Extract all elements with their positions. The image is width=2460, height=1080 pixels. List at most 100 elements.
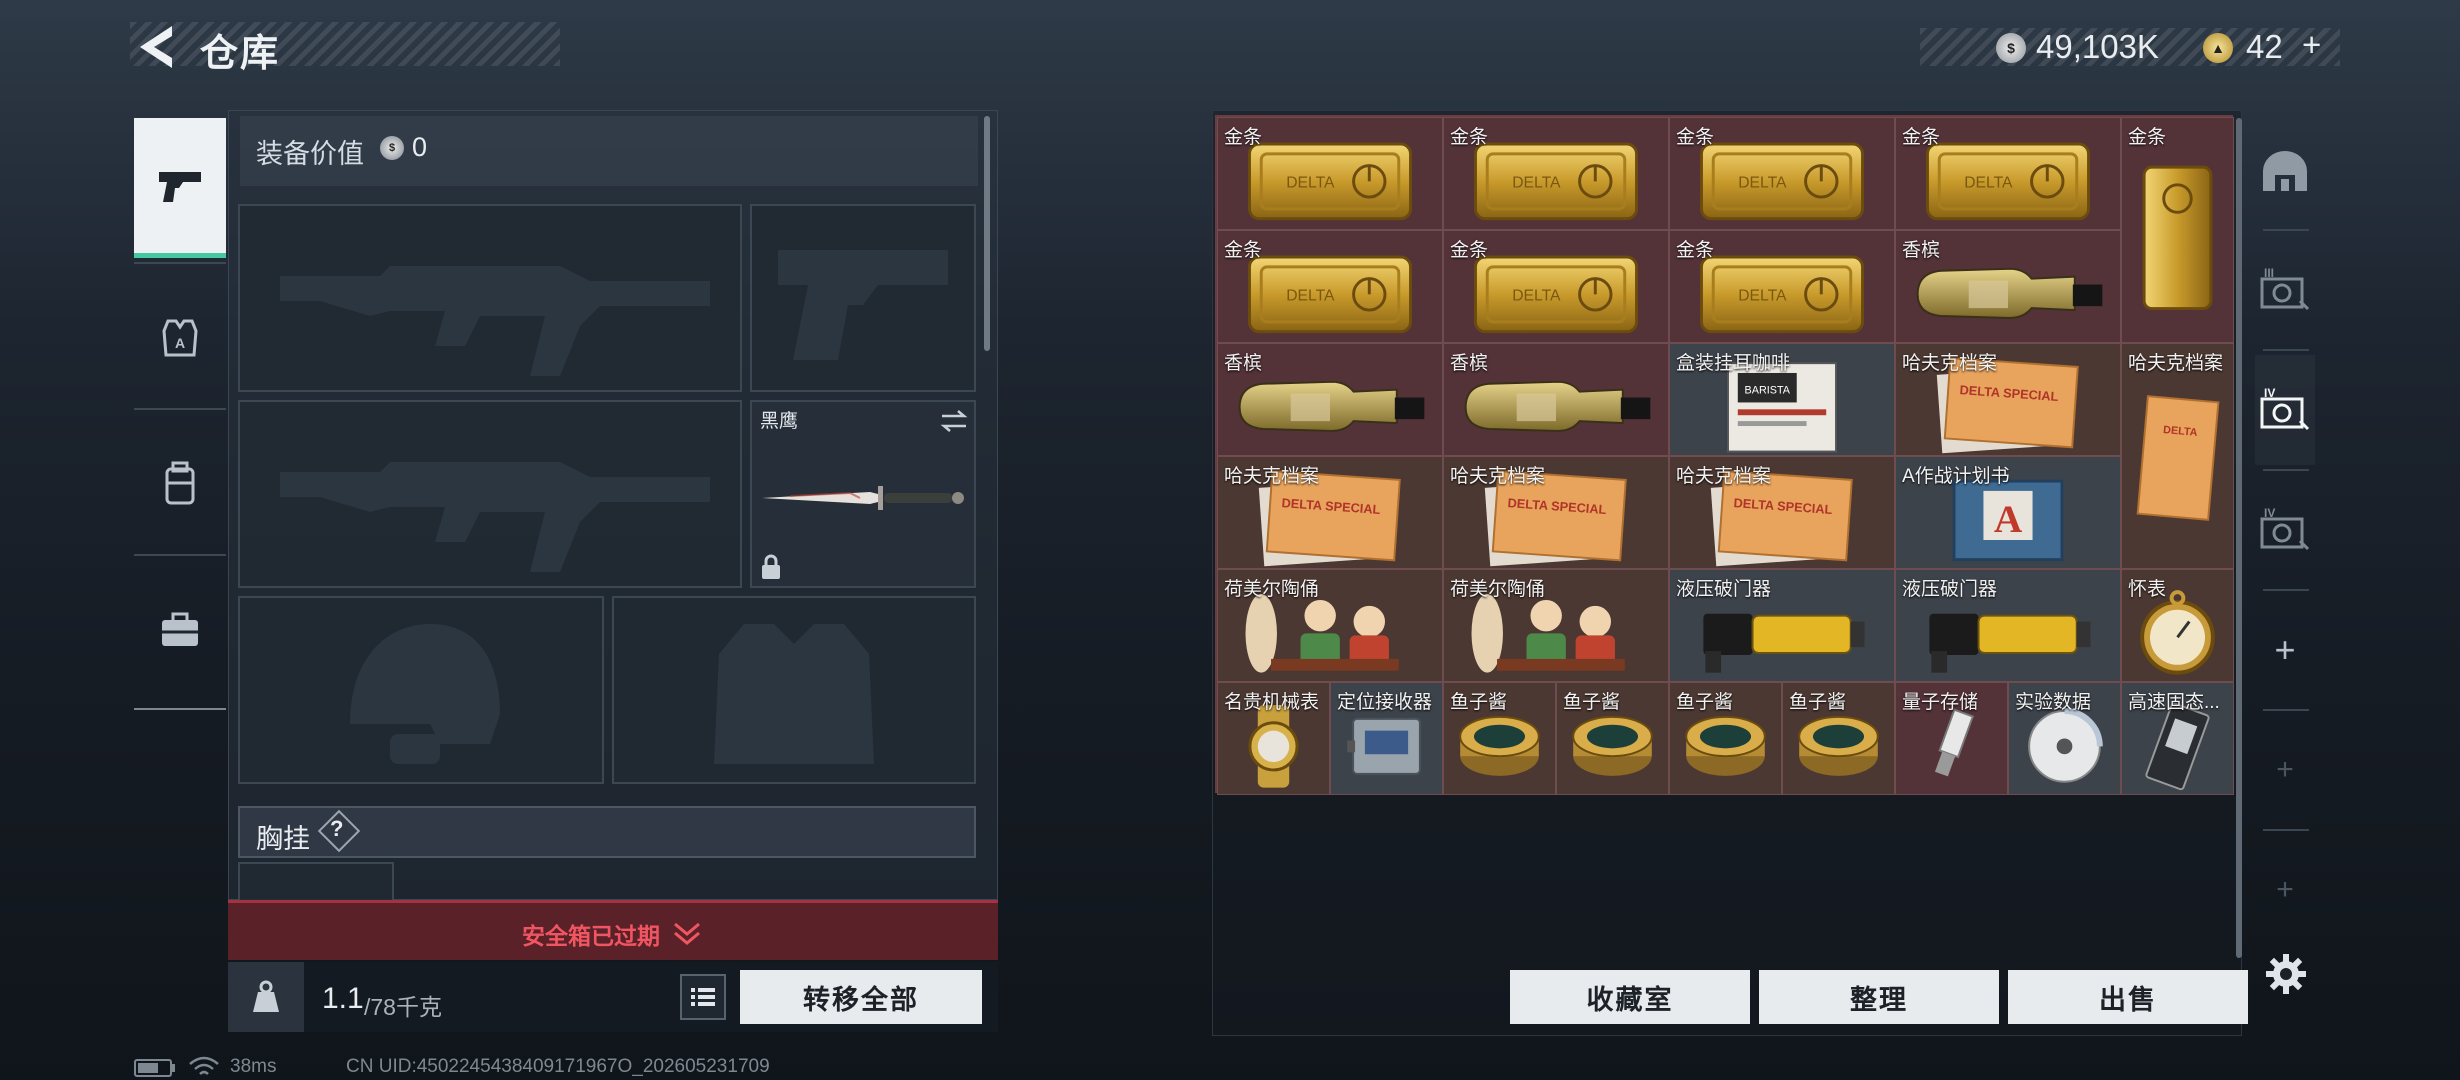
storage-item[interactable]: 鱼子酱 bbox=[1556, 682, 1669, 795]
transfer-all-button[interactable]: 转移全部 bbox=[740, 970, 982, 1024]
storage-item[interactable]: 定位接收器 bbox=[1330, 682, 1443, 795]
storage-item-name: 盒装挂耳咖啡 bbox=[1676, 353, 1791, 374]
sort-button[interactable]: 整理 bbox=[1759, 970, 1999, 1024]
secondary-weapon-slot[interactable] bbox=[238, 400, 742, 588]
weight-icon-box bbox=[228, 962, 304, 1032]
storage-item[interactable]: 荷美尔陶俑 bbox=[1217, 569, 1443, 682]
storage-item[interactable]: BARISTA 盒装挂耳咖啡 bbox=[1669, 343, 1895, 456]
svg-text:A: A bbox=[1994, 498, 2023, 541]
storage-item[interactable]: 怀表 bbox=[2121, 569, 2234, 682]
svg-text:DELTA: DELTA bbox=[1964, 174, 2013, 191]
storage-item[interactable]: DELTA 金条 bbox=[1443, 117, 1669, 230]
safe-box-status: 安全箱已过期 bbox=[522, 923, 660, 949]
storage-item[interactable]: DELTA 金条 bbox=[1669, 230, 1895, 343]
tab-warehouse-lv3[interactable]: III bbox=[2255, 235, 2315, 345]
helmet-slot[interactable] bbox=[238, 596, 604, 784]
chest-rig-slot[interactable] bbox=[238, 862, 394, 900]
storage-item-name: 哈夫克档案 bbox=[1450, 466, 1546, 487]
svg-text:DELTA: DELTA bbox=[1286, 174, 1335, 191]
add-currency-button[interactable]: + bbox=[2302, 26, 2321, 64]
storage-item[interactable]: DELTA 金条 bbox=[1217, 117, 1443, 230]
storage-item[interactable]: DELTA 金条 bbox=[1443, 230, 1669, 343]
tab-case[interactable] bbox=[134, 560, 226, 700]
melee-slot[interactable]: 黑鹰 bbox=[750, 400, 976, 588]
storage-item-name: 量子存储 bbox=[1902, 692, 1979, 713]
rifle-silhouette-icon bbox=[280, 462, 710, 572]
storage-item[interactable]: DELTA SPECIAL 哈夫克档案 bbox=[1443, 456, 1669, 569]
storage-item[interactable]: DELTA 金条 bbox=[1217, 230, 1443, 343]
storage-item-name: 名贵机械表 bbox=[1224, 692, 1320, 713]
storage-item[interactable]: 鱼子酱 bbox=[1443, 682, 1556, 795]
storage-item[interactable]: 名贵机械表 bbox=[1217, 682, 1330, 795]
storage-scrollbar[interactable] bbox=[2236, 118, 2242, 958]
armor-slot[interactable] bbox=[612, 596, 976, 784]
warehouse-tabs: III IV IV + + + bbox=[2255, 115, 2315, 960]
storage-item[interactable]: 金条 bbox=[2121, 117, 2234, 343]
storage-item-name: 实验数据 bbox=[2015, 692, 2092, 713]
collection-room-button[interactable]: 收藏室 bbox=[1510, 970, 1750, 1024]
storage-item[interactable]: 香槟 bbox=[1443, 343, 1669, 456]
sell-button[interactable]: 出售 bbox=[2008, 970, 2248, 1024]
back-arrow-icon[interactable] bbox=[132, 22, 180, 72]
storage-item-name: 鱼子酱 bbox=[1789, 692, 1847, 713]
svg-text:DELTA: DELTA bbox=[1738, 287, 1787, 304]
storage-grid: DELTA 金条 DELTA 金条 DELTA 金条 DELTA 金条 金条 DELTA… bbox=[1215, 115, 2234, 795]
storage-item-name: 香槟 bbox=[1224, 353, 1263, 374]
tab-warehouse-lv4-active[interactable]: IV bbox=[2255, 355, 2315, 465]
storage-item-name: 金条 bbox=[2128, 127, 2167, 148]
helmet-silhouette-icon bbox=[350, 624, 500, 764]
storage-item-name: 哈夫克档案 bbox=[1902, 353, 1998, 374]
tab-armor[interactable]: A bbox=[134, 268, 226, 408]
storage-item[interactable]: DELTA SPECIAL 哈夫克档案 bbox=[1669, 456, 1895, 569]
safe-box-banner[interactable]: 安全箱已过期 bbox=[228, 900, 998, 960]
storage-item[interactable]: DELTA SPECIAL 哈夫克档案 bbox=[1217, 456, 1443, 569]
storage-item[interactable]: 液压破门器 bbox=[1669, 569, 1895, 682]
storage-item[interactable]: 荷美尔陶俑 bbox=[1443, 569, 1669, 682]
primary-weapon-slot[interactable] bbox=[238, 204, 742, 392]
storage-item[interactable]: DELTA 哈夫克档案 bbox=[2121, 343, 2234, 569]
storage-item-name: 液压破门器 bbox=[1902, 579, 1998, 600]
storage-item[interactable]: DELTA 金条 bbox=[1669, 117, 1895, 230]
tab-warehouse-lv4[interactable]: IV bbox=[2255, 475, 2315, 585]
add-warehouse-button[interactable]: + bbox=[2255, 595, 2315, 705]
rifle-silhouette-icon bbox=[280, 266, 710, 376]
storage-item-name: 金条 bbox=[1450, 240, 1489, 261]
storage-item[interactable]: 量子存储 bbox=[1895, 682, 2008, 795]
ping: 38ms bbox=[230, 1056, 277, 1077]
storage-item[interactable]: 香槟 bbox=[1895, 230, 2121, 343]
equipment-value: 0 bbox=[412, 132, 428, 162]
storage-item-name: 鱼子酱 bbox=[1676, 692, 1734, 713]
pistol-silhouette-icon bbox=[778, 250, 948, 360]
storage-item[interactable]: 实验数据 bbox=[2008, 682, 2121, 795]
level-4-icon: IV bbox=[2260, 386, 2310, 431]
list-view-button[interactable] bbox=[680, 974, 726, 1020]
storage-item[interactable]: 鱼子酱 bbox=[1669, 682, 1782, 795]
locked-slot-plus: + bbox=[2276, 873, 2294, 906]
storage-item[interactable]: A A作战计划书 bbox=[1895, 456, 2121, 569]
tab-divider bbox=[134, 554, 226, 556]
sidearm-slot[interactable] bbox=[750, 204, 976, 392]
lock-icon bbox=[762, 554, 780, 579]
storage-item[interactable]: 鱼子酱 bbox=[1782, 682, 1895, 795]
storage-item[interactable]: DELTA 金条 bbox=[1895, 117, 2121, 230]
gear-icon[interactable] bbox=[2264, 952, 2308, 996]
folder-v-icon: DELTA bbox=[2122, 344, 2233, 568]
storage-item[interactable]: DELTA SPECIAL 哈夫克档案 bbox=[1895, 343, 2121, 456]
chevron-down-icon bbox=[674, 922, 700, 945]
currency-2-amount: 42 bbox=[2246, 28, 2283, 65]
equipment-scrollbar[interactable] bbox=[984, 116, 990, 351]
storage-item-name: 金条 bbox=[1676, 240, 1715, 261]
dome-icon bbox=[2263, 151, 2307, 191]
chest-rig-row[interactable]: 胸挂 ? bbox=[238, 806, 976, 858]
tab-backpack[interactable] bbox=[134, 414, 226, 554]
storage-item-name: A作战计划书 bbox=[1902, 466, 2010, 487]
storage-item[interactable]: 液压破门器 bbox=[1895, 569, 2121, 682]
chest-rig-help[interactable]: ? bbox=[330, 816, 343, 842]
weight-max: /78千克 bbox=[364, 994, 442, 1020]
storage-item[interactable]: 高速固态... bbox=[2121, 682, 2234, 795]
tab-weapons[interactable] bbox=[134, 118, 226, 258]
equipment-value-label: 装备价值 bbox=[256, 139, 364, 169]
storage-item[interactable]: 香槟 bbox=[1217, 343, 1443, 456]
tab-warehouse-main[interactable] bbox=[2255, 115, 2315, 225]
swap-icon[interactable] bbox=[938, 408, 970, 434]
